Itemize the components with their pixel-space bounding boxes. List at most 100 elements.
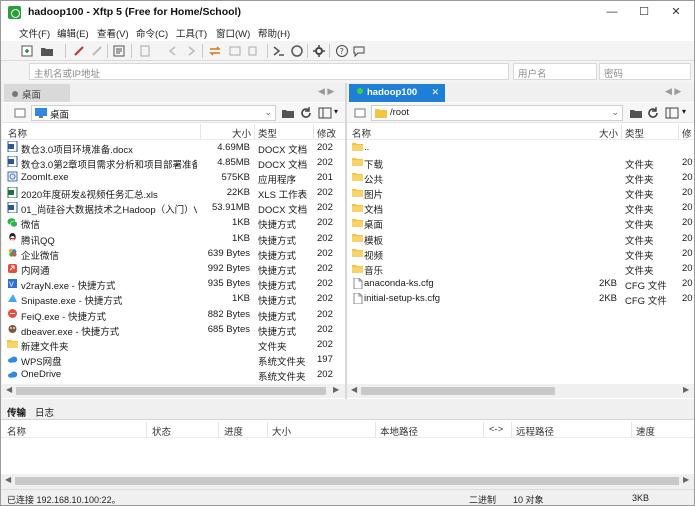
view-mode-icon[interactable] (318, 106, 332, 120)
menu-help[interactable]: 帮助(H) (258, 26, 290, 40)
username-input[interactable]: 用户名 (513, 63, 597, 80)
menu-command[interactable]: 命令(C) (136, 26, 168, 40)
close-button[interactable]: ✕ (660, 1, 692, 23)
properties-icon[interactable] (111, 43, 127, 59)
up-folder-icon[interactable] (353, 106, 367, 120)
file-row[interactable]: 内网通 992 Bytes 快捷方式 202 (2, 262, 345, 277)
tab-scroll-arrows[interactable]: ◀ ▶ (318, 86, 334, 97)
view-mode-dropdown-icon[interactable]: ▾ (682, 107, 686, 116)
file-row[interactable]: anaconda-ks.cfg 2KB CFG 文件 20 (347, 277, 694, 292)
transfer-icon[interactable] (207, 43, 223, 59)
transfer-column-remote-path[interactable]: 远程路径 (516, 424, 554, 438)
file-row[interactable]: 企业微信 639 Bytes 快捷方式 202 (2, 246, 345, 262)
help-icon[interactable]: ? (334, 43, 350, 59)
file-row[interactable]: ZoomIt.exe 575KB 应用程序 201 (2, 170, 345, 186)
file-row[interactable]: FeiQ.exe - 快捷方式 882 Bytes 快捷方式 202 (2, 307, 345, 323)
column-type[interactable]: 类型 (258, 126, 277, 140)
back-arrow-icon[interactable] (165, 43, 181, 59)
menu-file[interactable]: 文件(F) (19, 26, 50, 40)
column-name[interactable]: 名称 (8, 126, 27, 140)
scroll-right-icon[interactable]: ▶ (683, 475, 689, 484)
remote-path-combo[interactable]: /root ⌄ (371, 105, 623, 121)
host-input[interactable]: 主机名或IP地址 (29, 63, 509, 80)
open-folder-icon[interactable] (39, 43, 55, 59)
scroll-left-icon[interactable]: ◀ (6, 385, 12, 394)
file-row[interactable]: 下载 文件夹 20 (347, 155, 694, 171)
password-input[interactable]: 密码 (599, 63, 691, 80)
reconnect-icon[interactable] (89, 43, 105, 59)
remote-horizontal-scrollbar[interactable]: ◀ ▶ (347, 384, 694, 398)
menu-edit[interactable]: 编辑(E) (57, 26, 89, 40)
file-row[interactable]: 桌面 文件夹 20 (347, 216, 694, 231)
file-row[interactable]: 图片 文件夹 20 (347, 186, 694, 201)
folder-bookmark-icon[interactable] (629, 106, 643, 120)
xshell-icon[interactable] (271, 43, 287, 59)
file-row[interactable]: 公共 文件夹 20 (347, 170, 694, 186)
new-session-icon[interactable] (19, 43, 35, 59)
feedback-icon[interactable] (351, 43, 367, 59)
scroll-right-icon[interactable]: ▶ (683, 385, 689, 394)
file-row[interactable]: Vv2rayN.exe - 快捷方式 935 Bytes 快捷方式 202 (2, 277, 345, 292)
scroll-left-icon[interactable]: ◀ (351, 385, 357, 394)
view-mode-icon[interactable] (665, 106, 679, 120)
scroll-left-icon[interactable]: ◀ (5, 475, 11, 484)
file-row[interactable]: WPS网盘 系统文件夹 197 (2, 353, 345, 368)
column-name[interactable]: 名称 (352, 126, 371, 140)
sync-icon[interactable] (227, 43, 243, 59)
view-mode-dropdown-icon[interactable]: ▾ (334, 107, 338, 116)
forward-arrow-icon[interactable] (183, 43, 199, 59)
file-row[interactable]: initial-setup-ks.cfg 2KB CFG 文件 20 (347, 292, 694, 307)
maximize-button[interactable]: ☐ (628, 1, 660, 23)
gear-icon[interactable] (311, 43, 327, 59)
folder-bookmark-icon[interactable] (281, 106, 295, 120)
scroll-right-icon[interactable]: ▶ (333, 385, 339, 394)
file-row[interactable]: .. (347, 140, 694, 155)
menu-window[interactable]: 窗口(W) (216, 26, 250, 40)
file-row[interactable]: Snipaste.exe - 快捷方式 1KB 快捷方式 202 (2, 292, 345, 307)
tab-transfer[interactable]: 传输 (7, 405, 26, 419)
tab-local-desktop[interactable]: 桌面 (4, 84, 70, 102)
file-row[interactable]: 数仓3.0项目环境准备.docx 4.69MB DOCX 文档 202 (2, 140, 345, 156)
file-row[interactable]: OneDrive 系统文件夹 202 (2, 368, 345, 383)
local-path-combo[interactable]: 桌面 ⌄ (31, 105, 276, 121)
column-type[interactable]: 类型 (625, 126, 644, 140)
file-row[interactable]: 音乐 文件夹 20 (347, 262, 694, 277)
file-row[interactable]: 视频 文件夹 20 (347, 246, 694, 262)
disconnect-icon[interactable] (71, 43, 87, 59)
new-file-icon[interactable] (137, 43, 153, 59)
up-folder-icon[interactable] (13, 106, 27, 120)
column-modified[interactable]: 修改 (317, 126, 336, 140)
column-size[interactable]: 大小 (599, 126, 618, 140)
xmanager-icon[interactable] (289, 43, 305, 59)
file-row[interactable]: 微信 1KB 快捷方式 202 (2, 216, 345, 231)
file-row[interactable]: 模板 文件夹 20 (347, 231, 694, 247)
column-size[interactable]: 大小 (232, 126, 251, 140)
transfer-column-progress[interactable]: 进度 (224, 424, 243, 438)
tab-close-icon[interactable]: ✕ (431, 87, 439, 98)
refresh-icon[interactable] (646, 106, 660, 120)
file-row[interactable]: dbeaver.exe - 快捷方式 685 Bytes 快捷方式 202 (2, 322, 345, 338)
transfer-column-local-path[interactable]: 本地路径 (380, 424, 418, 438)
tab-log[interactable]: 日志 (35, 405, 54, 419)
tab-scroll-arrows[interactable]: ◀ ▶ (665, 86, 681, 97)
menu-view[interactable]: 查看(V) (97, 26, 129, 40)
minimize-button[interactable]: — (596, 1, 628, 23)
column-modified[interactable]: 修 (682, 126, 694, 140)
file-row[interactable]: 01_尚硅谷大数据技术之Hadoop（入门）V... 53.91MB DOCX 文档… (2, 201, 345, 216)
file-row[interactable]: 2020年度研发&视频任务汇总.xls 22KB XLS 工作表 202 (2, 186, 345, 201)
transfer-column-name[interactable]: 名称 (7, 424, 26, 438)
file-row[interactable]: 腾讯QQ 1KB 快捷方式 202 (2, 231, 345, 247)
menu-tools[interactable]: 工具(T) (176, 26, 207, 40)
file-row[interactable]: 文档 文件夹 20 (347, 201, 694, 216)
transfer-column-speed[interactable]: 速度 (636, 424, 655, 438)
transfer-column-status[interactable]: 状态 (152, 424, 171, 438)
transfer-column-direction[interactable]: <-> (489, 424, 503, 435)
file-row[interactable]: 新建文件夹 文件夹 202 (2, 337, 345, 353)
tab-remote-hadoop100[interactable]: hadoop100 ✕ (349, 84, 445, 102)
refresh-icon[interactable] (299, 106, 313, 120)
file-row[interactable]: 数仓3.0第2章项目需求分析和项目部署准备... 4.85MB DOCX 文档 202 (2, 155, 345, 171)
transfer-column-size[interactable]: 大小 (272, 424, 291, 438)
transfer-horizontal-scrollbar[interactable]: ◀ ▶ (1, 474, 694, 488)
local-horizontal-scrollbar[interactable]: ◀ ▶ (2, 384, 345, 398)
copy-icon[interactable] (245, 43, 261, 59)
